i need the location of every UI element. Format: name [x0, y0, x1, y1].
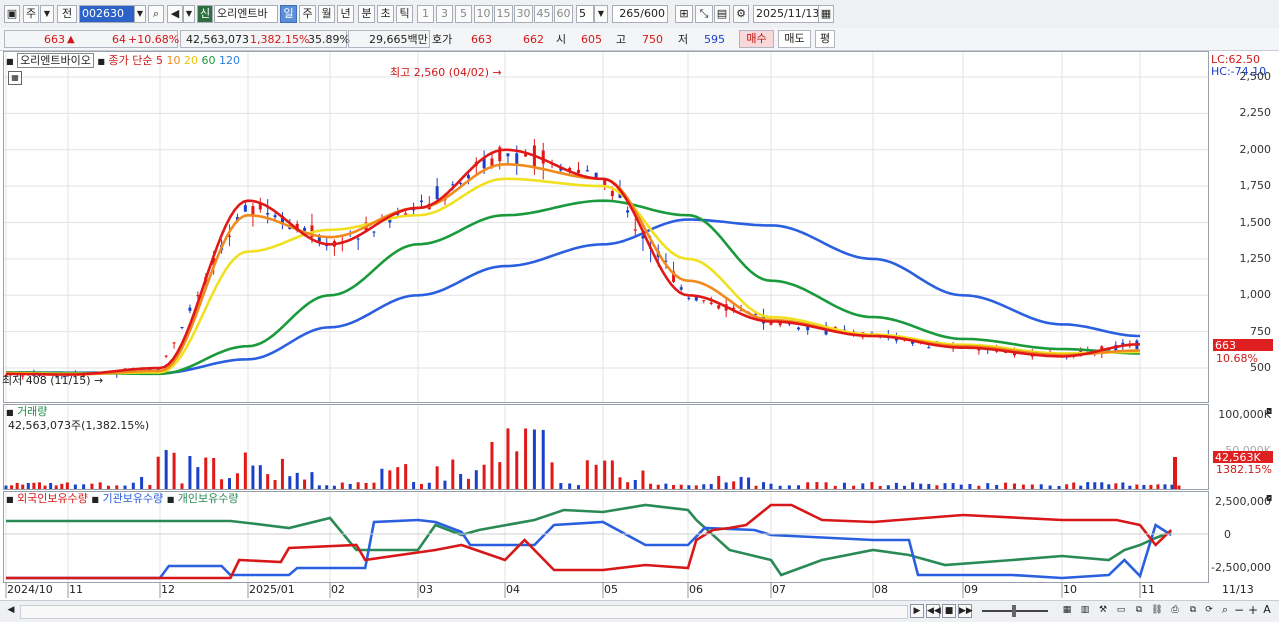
- legend-marker-icon: ■: [91, 495, 99, 504]
- volume-current-tag: 42,563K: [1213, 451, 1273, 464]
- ma60-label[interactable]: 60: [201, 54, 215, 67]
- price-tick: 1,500: [1239, 215, 1272, 229]
- scroll-bar[interactable]: ◀ ▶ ◀◀ ■ ▶▶ ▦ ▥ ⚒ ▭ ⧉ ⛓ ⎙ ⧉ ⟳ ⌕ − + A: [0, 600, 1279, 622]
- volume-panel[interactable]: [3, 404, 1209, 490]
- date-tick: 06: [689, 583, 703, 596]
- holdings-tick-zero: 0: [1224, 528, 1231, 541]
- legend-marker-icon: ■: [6, 495, 14, 504]
- low-annotation-text: 최저 408 (11/15): [2, 374, 91, 387]
- panel-menu-icon[interactable]: ◘: [1266, 492, 1272, 505]
- price-tick: 750: [1250, 324, 1271, 338]
- price-tick: 2,250: [1239, 106, 1272, 120]
- legend-marker-icon: ■: [6, 57, 14, 66]
- font-size-icon[interactable]: A: [1260, 604, 1274, 618]
- price-tick: 2,500: [1239, 70, 1272, 83]
- date-tick: 2024/10: [7, 583, 53, 596]
- zoom-slider-handle[interactable]: [1012, 605, 1016, 617]
- legend-marker-icon: ■: [6, 408, 14, 417]
- volume-pct-tag: 1382.15%: [1216, 463, 1272, 476]
- ma120-label[interactable]: 120: [219, 54, 240, 67]
- volume-value-label: 42,563,073주(1,382.15%): [8, 419, 150, 432]
- refresh-icon[interactable]: ⟳: [1202, 604, 1216, 618]
- ma20-label[interactable]: 20: [184, 54, 198, 67]
- price-tick: 1,250: [1239, 251, 1272, 265]
- scroll-track[interactable]: [20, 605, 908, 619]
- price-tick: 2,000: [1239, 142, 1272, 156]
- arrow-right-icon: →: [94, 374, 104, 387]
- date-tick: 11: [69, 583, 83, 596]
- date-tick: 04: [506, 583, 520, 596]
- date-tick: 2025/01: [249, 583, 295, 596]
- panel-menu-icon[interactable]: ◘: [1266, 405, 1272, 418]
- date-tick: 03: [419, 583, 433, 596]
- price-tick: 1,000: [1239, 288, 1272, 302]
- date-tick: 09: [964, 583, 978, 596]
- high-annotation-text: 최고 2,560 (04/02): [390, 66, 490, 79]
- zoom-in-icon[interactable]: +: [1246, 604, 1260, 618]
- current-price-tag: 663: [1213, 339, 1273, 352]
- date-tick: 02: [331, 583, 345, 596]
- scroll-left-icon[interactable]: ◀: [4, 604, 18, 618]
- forward-icon[interactable]: ▶▶: [958, 604, 973, 618]
- link-icon[interactable]: ⛓: [1150, 604, 1164, 618]
- price-tick: 1,750: [1239, 179, 1272, 193]
- price-legend: ■ 오리엔트바이오 ■ 종가 단순 5 10 20 60 120: [6, 53, 240, 68]
- institution-holdings-label[interactable]: 기관보유수량: [102, 492, 163, 505]
- current-pct-tag: 10.68%: [1216, 352, 1258, 365]
- zoom-out-icon[interactable]: −: [1232, 604, 1246, 618]
- holdings-tick-neg: -2,500,000: [1211, 561, 1271, 574]
- screen-icon[interactable]: ▭: [1114, 604, 1128, 618]
- current-date-label: 11/13: [1222, 583, 1254, 596]
- holdings-legend: ■ 외국인보유수량 ■ 기관보유수량 ■ 개인보유수량: [6, 492, 239, 506]
- ma10-label[interactable]: 10: [166, 54, 180, 67]
- grid-view-icon[interactable]: ▥: [1078, 604, 1092, 618]
- date-tick: 07: [772, 583, 786, 596]
- print-icon[interactable]: ⎙: [1168, 604, 1182, 618]
- capture-icon[interactable]: ⧉: [1132, 604, 1146, 618]
- stock-label[interactable]: 오리엔트바이오: [17, 53, 94, 68]
- rewind-icon[interactable]: ◀◀: [926, 604, 941, 618]
- foreign-holdings-label[interactable]: 외국인보유수량: [17, 492, 88, 505]
- copy-icon[interactable]: ⧉: [1186, 604, 1200, 618]
- high-annotation: 최고 2,560 (04/02) →: [390, 66, 502, 79]
- date-tick: 08: [874, 583, 888, 596]
- ma5-label[interactable]: 5: [156, 54, 163, 67]
- zoom-search-icon[interactable]: ⌕: [1218, 604, 1232, 618]
- legend-marker-icon: ■: [166, 495, 175, 504]
- scroll-right-icon[interactable]: ▶: [910, 604, 924, 618]
- date-tick: 05: [604, 583, 618, 596]
- table-icon[interactable]: ▦: [8, 71, 22, 85]
- stop-icon[interactable]: ■: [942, 604, 956, 618]
- volume-tick-100000: 100,000K: [1218, 408, 1271, 421]
- date-tick: 12: [161, 583, 175, 596]
- volume-title-text[interactable]: 거래량: [17, 405, 47, 418]
- table-view-icon[interactable]: ▦: [1060, 604, 1074, 618]
- individual-holdings-label[interactable]: 개인보유수량: [178, 492, 239, 505]
- legend-marker-icon: ■: [97, 57, 105, 66]
- low-annotation: 최저 408 (11/15) →: [2, 374, 103, 387]
- arrow-right-icon: →: [492, 66, 502, 79]
- ma-label[interactable]: 종가 단순: [108, 54, 152, 67]
- volume-title: ■ 거래량: [6, 405, 47, 419]
- price-panel[interactable]: [3, 51, 1209, 403]
- tools-icon[interactable]: ⚒: [1096, 604, 1110, 618]
- date-tick: 11: [1141, 583, 1155, 596]
- date-tick: 10: [1063, 583, 1077, 596]
- holdings-tick-pos: 2,500,000: [1215, 495, 1271, 508]
